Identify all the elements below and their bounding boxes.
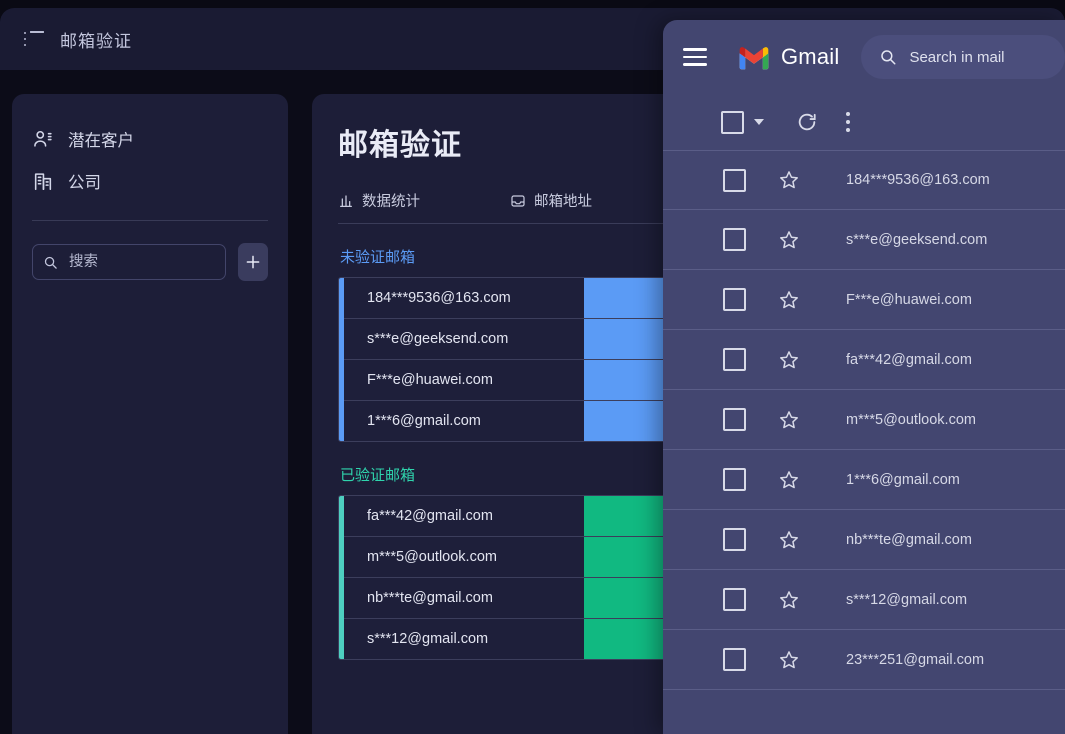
tab-statistics[interactable]: 数据统计 [338, 190, 510, 211]
list-item[interactable]: F***e@huawei.com [663, 270, 1065, 330]
sidebar-search-row [32, 243, 268, 281]
search-input[interactable] [67, 253, 215, 271]
building-icon [34, 173, 52, 191]
message-address: F***e@huawei.com [846, 291, 972, 308]
row-checkbox[interactable] [723, 648, 746, 671]
row-checkbox[interactable] [723, 528, 746, 551]
tab-email-address[interactable]: 邮箱地址 [510, 190, 592, 211]
gmail-toolbar [663, 94, 1065, 150]
star-icon[interactable] [778, 589, 800, 611]
gmail-search-placeholder: Search in mail [909, 48, 1005, 66]
users-icon [34, 130, 52, 147]
chevron-down-icon[interactable] [754, 119, 764, 125]
gmail-header: Gmail Search in mail [663, 20, 1065, 94]
list-item[interactable]: fa***42@gmail.com [663, 330, 1065, 390]
row-checkbox[interactable] [723, 168, 746, 192]
row-checkbox[interactable] [723, 228, 746, 251]
star-icon[interactable] [778, 469, 800, 491]
message-address: s***12@gmail.com [846, 591, 968, 608]
star-icon[interactable] [778, 229, 800, 251]
message-address: s***e@geeksend.com [846, 231, 988, 248]
email-cell: 184***9536@163.com [367, 290, 511, 306]
app-title: 邮箱验证 [60, 31, 132, 51]
email-cell: s***12@gmail.com [367, 631, 489, 647]
bar-chart-icon [340, 194, 352, 207]
star-icon[interactable] [778, 649, 800, 671]
email-cell: 1***6@gmail.com [367, 413, 481, 429]
star-icon[interactable] [778, 289, 800, 311]
search-icon [881, 50, 896, 65]
star-icon[interactable] [778, 169, 800, 191]
message-address: 1***6@gmail.com [846, 471, 960, 488]
row-checkbox[interactable] [723, 288, 746, 311]
list-item[interactable]: s***e@geeksend.com [663, 210, 1065, 270]
list-item[interactable]: 1***6@gmail.com [663, 450, 1065, 510]
more-vertical-icon[interactable] [846, 112, 850, 132]
search-box[interactable] [32, 244, 226, 280]
star-icon[interactable] [778, 529, 800, 551]
gmail-wordmark: Gmail [781, 44, 840, 69]
refresh-icon[interactable] [796, 111, 818, 133]
list-item[interactable]: nb***te@gmail.com [663, 510, 1065, 570]
add-button[interactable] [237, 243, 268, 281]
gmail-message-list: 184***9536@163.com s***e@geeksend.com F*… [663, 150, 1065, 690]
search-icon [44, 256, 57, 269]
plus-icon [246, 255, 260, 269]
list-menu-icon[interactable] [24, 31, 44, 47]
message-address: fa***42@gmail.com [846, 351, 972, 368]
sidebar-item-leads[interactable]: 潜在客户 [32, 118, 268, 160]
message-address: nb***te@gmail.com [846, 531, 972, 548]
tab-label: 邮箱地址 [534, 194, 592, 210]
screen: 邮箱验证 潜在客户 公司 搜索 邮箱验证 数据统计 邮箱地址 未验证邮箱 184… [0, 0, 1065, 734]
star-icon[interactable] [778, 349, 800, 371]
list-item[interactable]: 23***251@gmail.com [663, 630, 1065, 690]
email-cell: m***5@outlook.com [367, 549, 497, 565]
list-item[interactable]: m***5@outlook.com [663, 390, 1065, 450]
tab-label: 数据统计 [362, 194, 420, 210]
email-cell: s***e@geeksend.com [367, 331, 509, 347]
email-cell: fa***42@gmail.com [367, 508, 493, 524]
list-item[interactable]: s***12@gmail.com [663, 570, 1065, 630]
list-item[interactable]: 184***9536@163.com [663, 150, 1065, 210]
sidebar: 潜在客户 公司 [12, 94, 288, 734]
row-checkbox[interactable] [723, 348, 746, 371]
sidebar-divider [32, 220, 268, 221]
sidebar-item-company[interactable]: 公司 [32, 160, 268, 202]
row-checkbox[interactable] [723, 408, 746, 431]
email-cell: F***e@huawei.com [367, 372, 493, 388]
message-address: 184***9536@163.com [846, 172, 990, 188]
gmail-search-box[interactable]: Search in mail [861, 35, 1065, 79]
gmail-panel: Gmail Search in mail 184***9536@163.com … [663, 20, 1065, 734]
sidebar-item-label: 潜在客户 [68, 132, 134, 150]
email-cell: nb***te@gmail.com [367, 590, 493, 606]
message-address: 23***251@gmail.com [846, 651, 985, 668]
star-icon[interactable] [778, 409, 800, 431]
row-checkbox[interactable] [723, 588, 746, 611]
hamburger-menu-icon[interactable] [683, 48, 707, 66]
gmail-logo-icon [739, 47, 769, 70]
select-all-checkbox[interactable] [721, 110, 744, 134]
sidebar-item-label: 公司 [68, 174, 101, 192]
message-address: m***5@outlook.com [846, 411, 976, 428]
inbox-icon [511, 194, 525, 207]
row-checkbox[interactable] [723, 468, 746, 491]
